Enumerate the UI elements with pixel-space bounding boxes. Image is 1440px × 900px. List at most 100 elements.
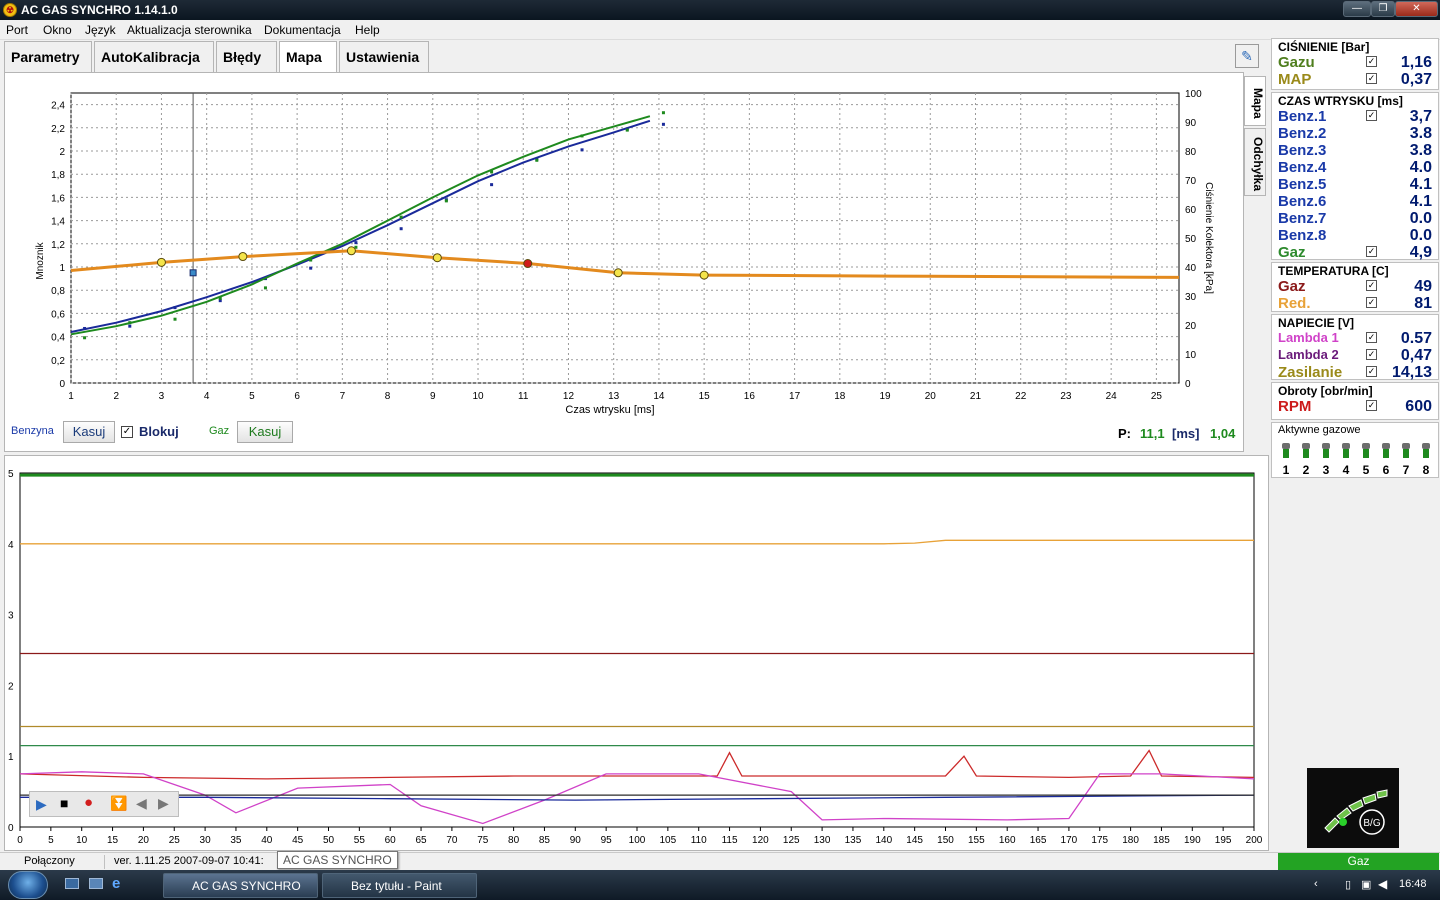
x-tick-label: 7: [340, 391, 346, 402]
trend-x-tick-label: 150: [937, 835, 954, 846]
row-checkbox[interactable]: [1366, 144, 1377, 155]
menu-help[interactable]: Help: [355, 23, 380, 37]
switch-windows-icon[interactable]: [89, 878, 103, 889]
multiplier-point[interactable]: [238, 252, 248, 262]
tray-chevron-icon[interactable]: ‹: [1314, 878, 1318, 890]
clock[interactable]: 16:48: [1399, 878, 1427, 890]
map-chart[interactable]: Mnoznik Ciśnienie Kolektora [kPa] Czas w…: [5, 73, 1243, 451]
row-checkbox[interactable]: ✓: [1366, 366, 1377, 377]
y-tick-label: 1,4: [51, 217, 65, 228]
multiplier-point[interactable]: [523, 259, 533, 269]
injector-icon: 5: [1360, 443, 1372, 477]
play-icon[interactable]: ▶: [36, 796, 47, 813]
active-injectors-header: Aktywne gazowe: [1278, 424, 1361, 436]
row-checkbox[interactable]: [1366, 178, 1377, 189]
multiplier-point[interactable]: [432, 253, 442, 263]
trend-y-tick-label: 2: [8, 681, 14, 692]
row-value: 0.0: [1409, 210, 1432, 227]
multiplier-point[interactable]: [613, 268, 623, 278]
cursor-marker[interactable]: [189, 269, 197, 277]
scatter-point: [263, 286, 267, 290]
kasuj-gaz-button[interactable]: Kasuj: [237, 421, 293, 443]
side-tab-mapa[interactable]: Mapa: [1244, 76, 1266, 126]
tray-battery-icon[interactable]: ▯: [1345, 878, 1351, 891]
trend-x-tick-label: 190: [1184, 835, 1201, 846]
multiplier-point[interactable]: [156, 257, 166, 267]
maximize-button[interactable]: ❐: [1371, 1, 1395, 17]
stop-icon[interactable]: ■: [60, 795, 68, 811]
taskbar-paint[interactable]: Bez tytułu - Paint: [322, 873, 477, 898]
minimize-button[interactable]: —: [1343, 1, 1371, 17]
arrow-right-icon[interactable]: ▶: [158, 795, 169, 812]
injector-icon: 2: [1300, 443, 1312, 477]
row-checkbox[interactable]: ✓: [1366, 246, 1377, 257]
row-checkbox[interactable]: [1366, 212, 1377, 223]
row-checkbox[interactable]: [1366, 161, 1377, 172]
trend-chart[interactable]: 0 5 10 15 20 25 30 35 40 45 50 55 60 65 70 75 80 85 90 95 10…: [5, 456, 1268, 850]
tab-mapa[interactable]: Mapa: [279, 41, 337, 74]
injector-icon: 1: [1280, 443, 1292, 477]
row-checkbox[interactable]: ✓: [1366, 349, 1377, 360]
row-checkbox[interactable]: ✓: [1366, 280, 1377, 291]
row-checkbox[interactable]: ✓: [1366, 110, 1377, 121]
blokuj-checkbox[interactable]: ✓: [121, 426, 133, 438]
start-button[interactable]: [8, 871, 48, 899]
row-checkbox[interactable]: ✓: [1366, 56, 1377, 67]
internet-explorer-icon[interactable]: e: [112, 875, 120, 892]
trend-x-tick-label: 130: [814, 835, 831, 846]
row-checkbox[interactable]: ✓: [1366, 400, 1377, 411]
menu-jezyk[interactable]: Język: [85, 23, 116, 37]
trend-x-tick-label: 120: [752, 835, 769, 846]
trend-x-tick-label: 75: [477, 835, 489, 846]
row-checkbox[interactable]: [1366, 127, 1377, 138]
x-tick-label: 25: [1151, 391, 1163, 402]
x-tick-label: 11: [518, 391, 529, 402]
tab-ustawienia[interactable]: Ustawienia: [339, 41, 429, 72]
trend-x-tick-label: 170: [1061, 835, 1078, 846]
y-tick-label: 2,2: [51, 124, 65, 135]
x-tick-label: 1: [68, 391, 74, 402]
tray-network-icon[interactable]: ▣: [1361, 878, 1371, 891]
show-desktop-icon[interactable]: [65, 878, 79, 889]
row-value: 600: [1405, 398, 1432, 415]
tray-volume-icon[interactable]: ◀: [1378, 877, 1387, 891]
y-tick-label: 0,2: [51, 356, 65, 367]
taskbar-ac-gas-synchro[interactable]: AC GAS SYNCHRO: [163, 873, 318, 898]
x-tick-label: 20: [925, 391, 937, 402]
trend-x-tick-label: 60: [385, 835, 397, 846]
tab-autokalibracja[interactable]: AutoKalibracja: [94, 41, 214, 72]
close-button[interactable]: ✕: [1395, 1, 1438, 17]
tab-parametry[interactable]: Parametry: [4, 41, 92, 72]
trend-x-tick-label: 35: [230, 835, 242, 846]
record-icon[interactable]: ●: [84, 794, 93, 811]
row-checkbox[interactable]: ✓: [1366, 297, 1377, 308]
row-value: 3,7: [1409, 108, 1432, 125]
menu-aktualizacja[interactable]: Aktualizacja sterownika: [127, 23, 252, 37]
status-version: ver. 1.11.25 2007-09-07 10:41:: [114, 855, 264, 867]
trend-x-tick-label: 50: [323, 835, 335, 846]
row-checkbox[interactable]: [1366, 195, 1377, 206]
multiplier-point[interactable]: [346, 246, 356, 256]
download-icon[interactable]: ⏬: [110, 795, 127, 812]
x-tick-label: 19: [879, 391, 891, 402]
side-tab-odchylka[interactable]: Odchyłka: [1244, 128, 1266, 196]
scatter-point: [128, 321, 132, 325]
trend-y-tick-label: 1: [8, 752, 14, 763]
wrench-tool-button[interactable]: ✎: [1235, 44, 1259, 68]
row-value: 4.1: [1409, 176, 1432, 193]
tab-bledy[interactable]: Błędy: [216, 41, 277, 72]
kasuj-benzyna-button[interactable]: Kasuj: [63, 421, 115, 443]
row-checkbox[interactable]: ✓: [1366, 332, 1377, 343]
menu-dokumentacja[interactable]: Dokumentacja: [264, 23, 341, 37]
y-right-tick-label: 100: [1185, 89, 1202, 100]
row-checkbox[interactable]: ✓: [1366, 73, 1377, 84]
scatter-point: [128, 324, 132, 328]
multiplier-point[interactable]: [699, 270, 709, 280]
plot-area: [70, 92, 1180, 384]
y-tick-label: 1,8: [51, 170, 65, 181]
scatter-point: [309, 266, 313, 270]
menu-okno[interactable]: Okno: [43, 23, 72, 37]
row-checkbox[interactable]: [1366, 229, 1377, 240]
arrow-left-icon[interactable]: ◀: [136, 795, 147, 812]
menu-port[interactable]: Port: [6, 23, 28, 37]
